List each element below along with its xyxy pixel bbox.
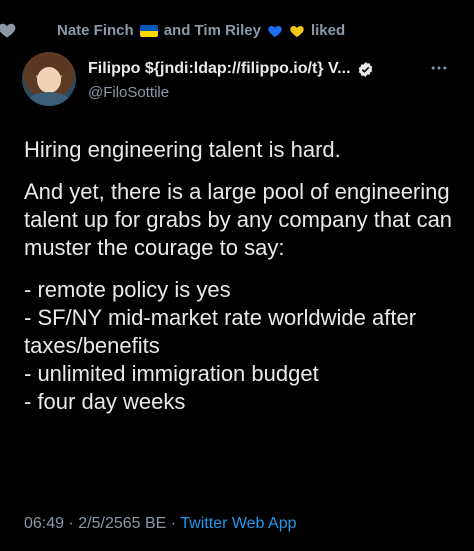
list-item: - unlimited immigration budget <box>24 361 319 386</box>
social-connector[interactable]: and Tim Riley <box>164 22 261 39</box>
yellow-heart-icon <box>290 25 304 37</box>
meta-separator: · <box>166 515 181 532</box>
list-item: - remote policy is yes <box>24 277 231 302</box>
list-item: - SF/NY mid-market rate worldwide after … <box>24 305 417 358</box>
blue-heart-icon <box>268 25 282 37</box>
list-item: - four day weeks <box>24 389 186 414</box>
tweet-client-link[interactable]: Twitter Web App <box>180 515 296 532</box>
more-options-icon[interactable] <box>428 58 450 78</box>
social-suffix: liked <box>310 22 346 39</box>
avatar[interactable] <box>22 52 76 106</box>
tweet-paragraph-1: Hiring engineering talent is hard. <box>24 137 341 162</box>
author-handle[interactable]: @FiloSottile <box>88 84 169 101</box>
author-name-row[interactable]: Filippo ${jndi:ldap://filippo.io/t} V... <box>88 60 374 78</box>
author-display-name[interactable]: Filippo ${jndi:ldap://filippo.io/t} V... <box>88 60 351 78</box>
heart-icon <box>0 23 16 38</box>
social-context[interactable]: Nate Finch and Tim Riley liked <box>0 22 346 39</box>
tweet-text: Hiring engineering talent is hard. And y… <box>24 136 456 416</box>
meta-separator: · <box>64 515 79 532</box>
tweet-meta: 06:49 · 2/5/2565 BE · Twitter Web App <box>24 515 296 533</box>
tweet-paragraph-2: And yet, there is a large pool of engine… <box>24 179 453 260</box>
verified-badge-icon <box>358 61 372 77</box>
tweet-time[interactable]: 06:49 <box>24 515 64 532</box>
ukraine-flag-icon <box>139 24 158 37</box>
tweet-list: - remote policy is yes - SF/NY mid-marke… <box>24 276 456 416</box>
social-name-1[interactable]: Nate Finch <box>57 22 134 39</box>
tweet-date[interactable]: 2/5/2565 BE <box>78 515 166 532</box>
